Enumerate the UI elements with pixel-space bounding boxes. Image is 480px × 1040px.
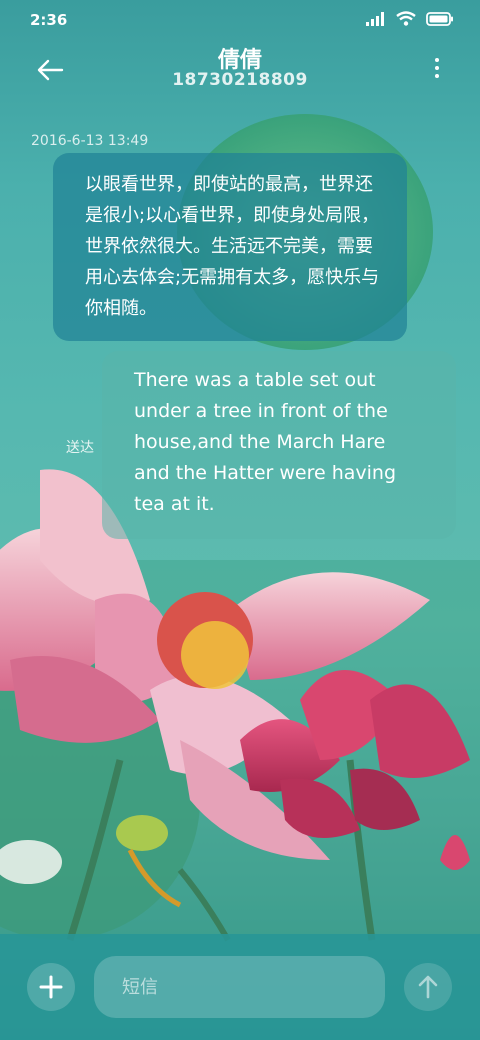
status-icons <box>366 11 454 26</box>
message-composer <box>0 934 480 1040</box>
more-options-icon[interactable] <box>432 58 442 82</box>
plus-icon <box>39 975 63 999</box>
message-input[interactable] <box>94 956 385 1018</box>
send-arrow-icon <box>418 975 438 999</box>
outgoing-message-bubble[interactable]: There was a table set out under a tree i… <box>102 351 456 539</box>
incoming-message-bubble[interactable]: 以眼看世界，即使站的最高，世界还是很小;以心看世界，即使身处局限，世界依然很大。… <box>53 153 407 341</box>
delivery-status: 送达 <box>66 440 94 456</box>
screen: 2:36 倩倩 18730218809 2016-6-13 13:49 以眼看世… <box>0 0 480 1040</box>
conversation-header: 倩倩 18730218809 <box>0 40 480 100</box>
send-button[interactable] <box>404 963 452 1011</box>
status-time: 2:36 <box>30 11 68 29</box>
status-bar: 2:36 <box>0 0 480 40</box>
contact-phone-number: 18730218809 <box>172 70 308 90</box>
add-attachment-button[interactable] <box>27 963 75 1011</box>
message-timestamp: 2016-6-13 13:49 <box>31 133 149 149</box>
wifi-icon <box>396 11 416 26</box>
signal-icon <box>366 11 384 26</box>
battery-icon <box>426 11 453 26</box>
